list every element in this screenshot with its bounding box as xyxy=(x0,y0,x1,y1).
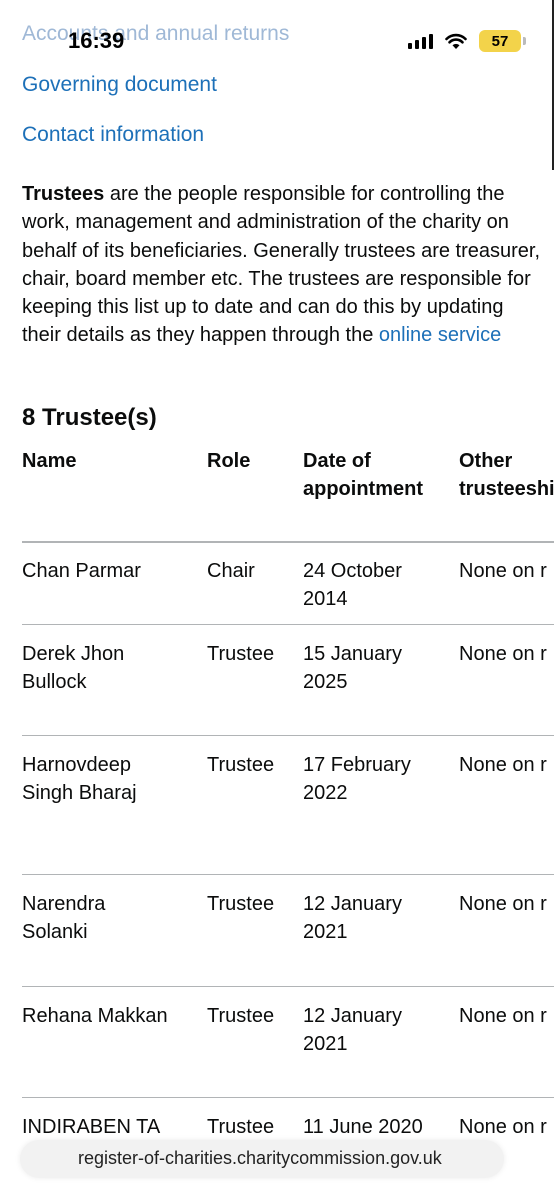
trustees-heading: 8 Trustee(s) xyxy=(22,404,157,431)
online-service-link[interactable]: online service xyxy=(379,324,501,346)
col-header-name: Name xyxy=(22,450,77,472)
trustee-date: 11 June 2020 xyxy=(303,1116,423,1138)
trustee-other: None on r xyxy=(459,1116,547,1138)
trustees-intro: Trustees are the people responsible for … xyxy=(22,180,542,350)
trustee-name: INDIRABEN TA xyxy=(22,1116,161,1138)
trustee-other: None on r xyxy=(459,893,547,915)
wifi-icon xyxy=(445,33,467,49)
trustee-role: Trustee xyxy=(207,893,275,915)
col-header-role: Role xyxy=(207,450,251,472)
url-text: register-of-charities.charitycommission.… xyxy=(78,1148,442,1168)
cellular-signal-icon xyxy=(408,33,433,49)
trustee-role: Chair xyxy=(207,560,255,582)
col-header-date: Date of appointment xyxy=(303,450,423,500)
trustee-name: Derek Jhon Bullock xyxy=(22,643,125,693)
trustee-name: Chan Parmar xyxy=(22,560,141,582)
battery-icon: 57 xyxy=(479,30,521,52)
row-divider xyxy=(22,624,554,625)
trustee-role: Trustee xyxy=(207,1116,275,1138)
row-divider xyxy=(22,986,554,987)
trustee-date: 17 February 2022 xyxy=(303,754,411,804)
trustees-term: Trustees xyxy=(22,183,105,205)
status-bar: 16:39 57 xyxy=(0,0,554,80)
trustee-other: None on r xyxy=(459,754,547,776)
trustee-date: 12 January 2021 xyxy=(303,1005,402,1055)
header-divider xyxy=(22,541,554,543)
trustee-role: Trustee xyxy=(207,1005,275,1027)
trustee-name: Harnovdeep Singh Bharaj xyxy=(22,754,137,804)
status-time: 16:39 xyxy=(68,28,125,53)
link-contact-information[interactable]: Contact information xyxy=(22,123,204,147)
status-icons: 57 xyxy=(408,30,526,52)
trustee-role: Trustee xyxy=(207,643,275,665)
row-divider xyxy=(22,874,554,875)
col-header-other: Other trusteeships xyxy=(459,450,554,500)
trustee-date: 15 January 2025 xyxy=(303,643,402,693)
trustee-role: Trustee xyxy=(207,754,275,776)
browser-address-bar[interactable]: register-of-charities.charitycommission.… xyxy=(20,1140,504,1178)
row-divider xyxy=(22,735,554,736)
trustee-other: None on r xyxy=(459,560,547,582)
row-divider xyxy=(22,1097,554,1098)
trustee-date: 12 January 2021 xyxy=(303,893,402,943)
intro-text: are the people responsible for controlli… xyxy=(22,183,541,347)
trustee-name: Narendra Solanki xyxy=(22,893,106,943)
trustee-name: Rehana Makkan xyxy=(22,1005,168,1027)
trustee-other: None on r xyxy=(459,643,547,665)
trustee-date: 24 October 2014 xyxy=(303,560,402,610)
trustee-other: None on r xyxy=(459,1005,547,1027)
